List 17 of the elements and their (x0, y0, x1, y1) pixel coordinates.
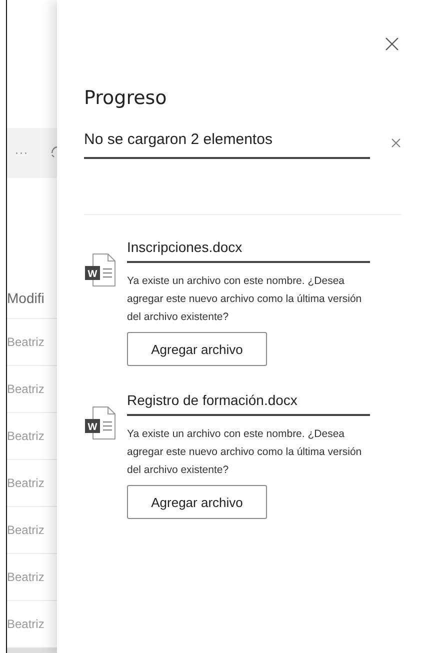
add-file-button[interactable]: Agregar archivo (127, 332, 267, 366)
file-name: Inscripciones.docx (127, 239, 370, 263)
status-message: No se cargaron 2 elementos (84, 127, 370, 159)
file-name: Registro de formación.docx (127, 392, 370, 416)
conflict-message: Ya existe un archivo con este nombre. ¿Desea agregar este nuevo archivo como la última versión del archivo existente? (127, 274, 363, 325)
conflict-message: Ya existe un archivo con este nombre. ¿Desea agregar este nuevo archivo como la última versión del archivo existente? (127, 427, 363, 478)
table-cell: Beatriz (7, 523, 44, 537)
table-cell: Beatriz (7, 335, 44, 349)
table-cell: Beatriz (7, 429, 44, 443)
dismiss-icon[interactable] (391, 138, 401, 148)
table-cell: Beatriz (7, 382, 44, 396)
table-cell: Beatriz (7, 570, 44, 584)
close-icon[interactable] (385, 37, 399, 51)
table-cell: Beatriz (7, 617, 44, 631)
table-cell: Beatriz (7, 476, 44, 490)
add-file-button[interactable]: Agregar archivo (127, 485, 267, 519)
panel-title: Progreso (84, 87, 168, 109)
